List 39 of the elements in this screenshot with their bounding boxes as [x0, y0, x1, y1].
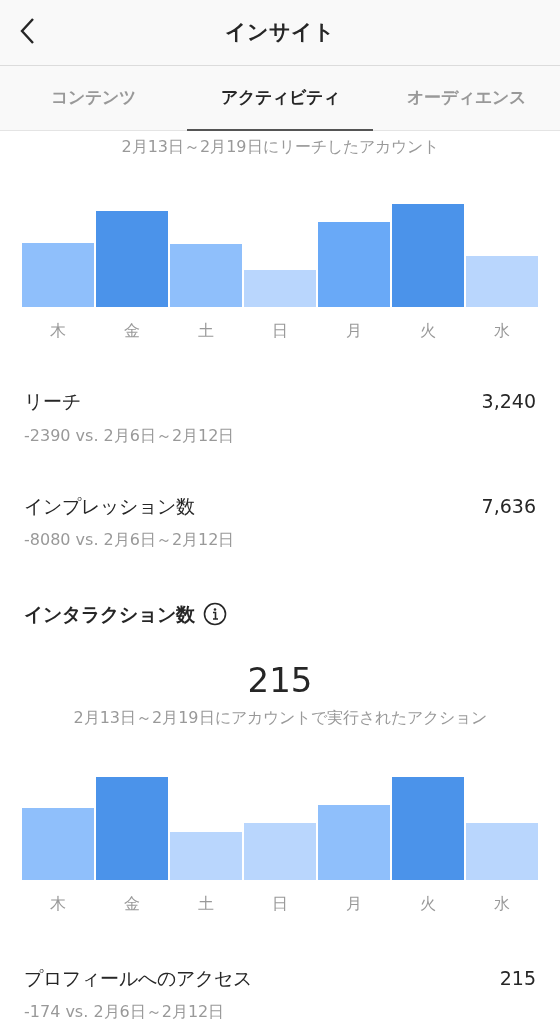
chart-bar — [170, 244, 242, 307]
day-label: 水 — [493, 320, 511, 342]
metric-label: リーチ — [24, 389, 81, 414]
chart-bar — [244, 270, 316, 307]
comparison-text: -2390 vs. 2月6日～2月12日 — [24, 424, 236, 447]
chart-caption: 2月13日～2月19日にアカウントで実行されたアクション — [72, 706, 488, 729]
comparison-text: -8080 vs. 2月6日～2月12日 — [24, 529, 236, 551]
day-label: 月 — [345, 892, 363, 915]
day-label: 木 — [49, 892, 67, 915]
day-label: 金 — [123, 892, 141, 915]
chart-bar — [466, 256, 538, 307]
day-label: 土 — [197, 320, 215, 342]
tab[interactable]: コンテンツ — [0, 66, 187, 131]
chart-bar — [244, 822, 316, 880]
section-heading: インタラクション数 — [24, 602, 195, 627]
screen-title: インサイト — [225, 18, 335, 46]
tab[interactable]: アクティビティ — [186, 66, 374, 131]
day-label: 日 — [271, 892, 289, 915]
day-label: 火 — [419, 892, 437, 915]
info-icon[interactable] — [203, 602, 227, 627]
total-count: 215 — [246, 658, 314, 702]
day-label: 土 — [197, 892, 215, 915]
day-label: 木 — [49, 320, 67, 342]
chart-caption: 2月13日～2月19日にリーチしたアカウント — [120, 136, 440, 158]
day-label: 金 — [123, 320, 141, 342]
metric-label: インプレッション数 — [24, 493, 195, 519]
chart-bar — [466, 822, 538, 880]
day-label: 日 — [271, 320, 289, 342]
comparison-text: -174 vs. 2月6日～2月12日 — [24, 1001, 226, 1023]
chart-bar — [170, 831, 242, 880]
day-label: 火 — [419, 320, 437, 342]
day-label: 水 — [493, 892, 511, 915]
metric-value: 215 — [499, 965, 536, 991]
chart-bar — [22, 243, 94, 307]
metric-value: 3,240 — [481, 389, 536, 414]
metric-label: プロフィールへのアクセス — [24, 965, 252, 991]
day-label: 月 — [345, 320, 363, 342]
metric-value: 7,636 — [481, 493, 536, 519]
tab[interactable]: オーディエンス — [373, 66, 560, 131]
